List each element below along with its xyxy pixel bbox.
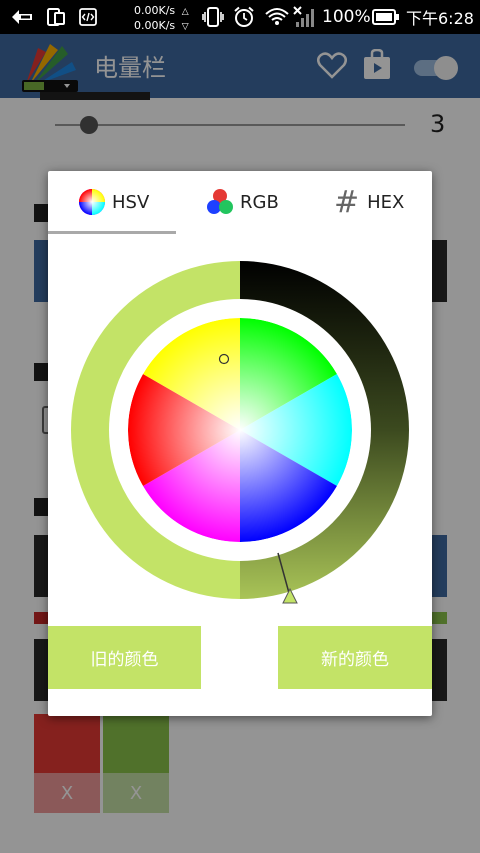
screen-rotate-icon bbox=[46, 0, 66, 34]
tab-hex[interactable]: # HEX bbox=[334, 171, 404, 233]
old-color-button[interactable]: 旧的颜色 bbox=[48, 626, 201, 689]
battery-icon bbox=[372, 0, 400, 34]
rgb-circles-icon bbox=[207, 189, 233, 214]
status-bar: 0.00K/s △ 0.00K/s ▽ 100% 下午6:28 bbox=[0, 0, 480, 34]
net-down-speed: 0.00K/s bbox=[134, 19, 176, 32]
wifi-icon bbox=[265, 0, 289, 34]
tab-rgb-label: RGB bbox=[240, 191, 279, 213]
clock-time: 下午6:28 bbox=[406, 9, 474, 28]
download-arrow-icon: ▽ bbox=[181, 22, 189, 32]
hue-saturation-wheel[interactable] bbox=[128, 318, 352, 542]
tab-hsv[interactable]: HSV bbox=[78, 171, 149, 233]
back-arrow-icon bbox=[12, 0, 34, 34]
vibrate-icon bbox=[202, 0, 224, 34]
hsv-wheel-icon bbox=[79, 189, 105, 215]
network-speed: 0.00K/s △ 0.00K/s ▽ bbox=[134, 4, 191, 34]
new-color-button[interactable]: 新的颜色 bbox=[278, 626, 432, 689]
battery-percent: 100% bbox=[322, 7, 371, 27]
signal-no-service-icon bbox=[293, 0, 317, 34]
upload-arrow-icon: △ bbox=[181, 7, 189, 17]
hash-icon: # bbox=[334, 184, 360, 220]
tab-selected-indicator bbox=[48, 231, 176, 234]
alarm-clock-icon bbox=[233, 0, 255, 34]
tab-rgb[interactable]: RGB bbox=[206, 171, 279, 233]
tab-hsv-label: HSV bbox=[112, 191, 150, 213]
hsv-color-picker bbox=[71, 261, 409, 604]
color-picker-dialog: HSV RGB # HEX 旧的颜色 新的颜色 bbox=[48, 171, 432, 716]
net-up-speed: 0.00K/s bbox=[134, 4, 176, 17]
developer-code-icon bbox=[79, 0, 97, 34]
tab-hex-label: HEX bbox=[367, 191, 405, 213]
